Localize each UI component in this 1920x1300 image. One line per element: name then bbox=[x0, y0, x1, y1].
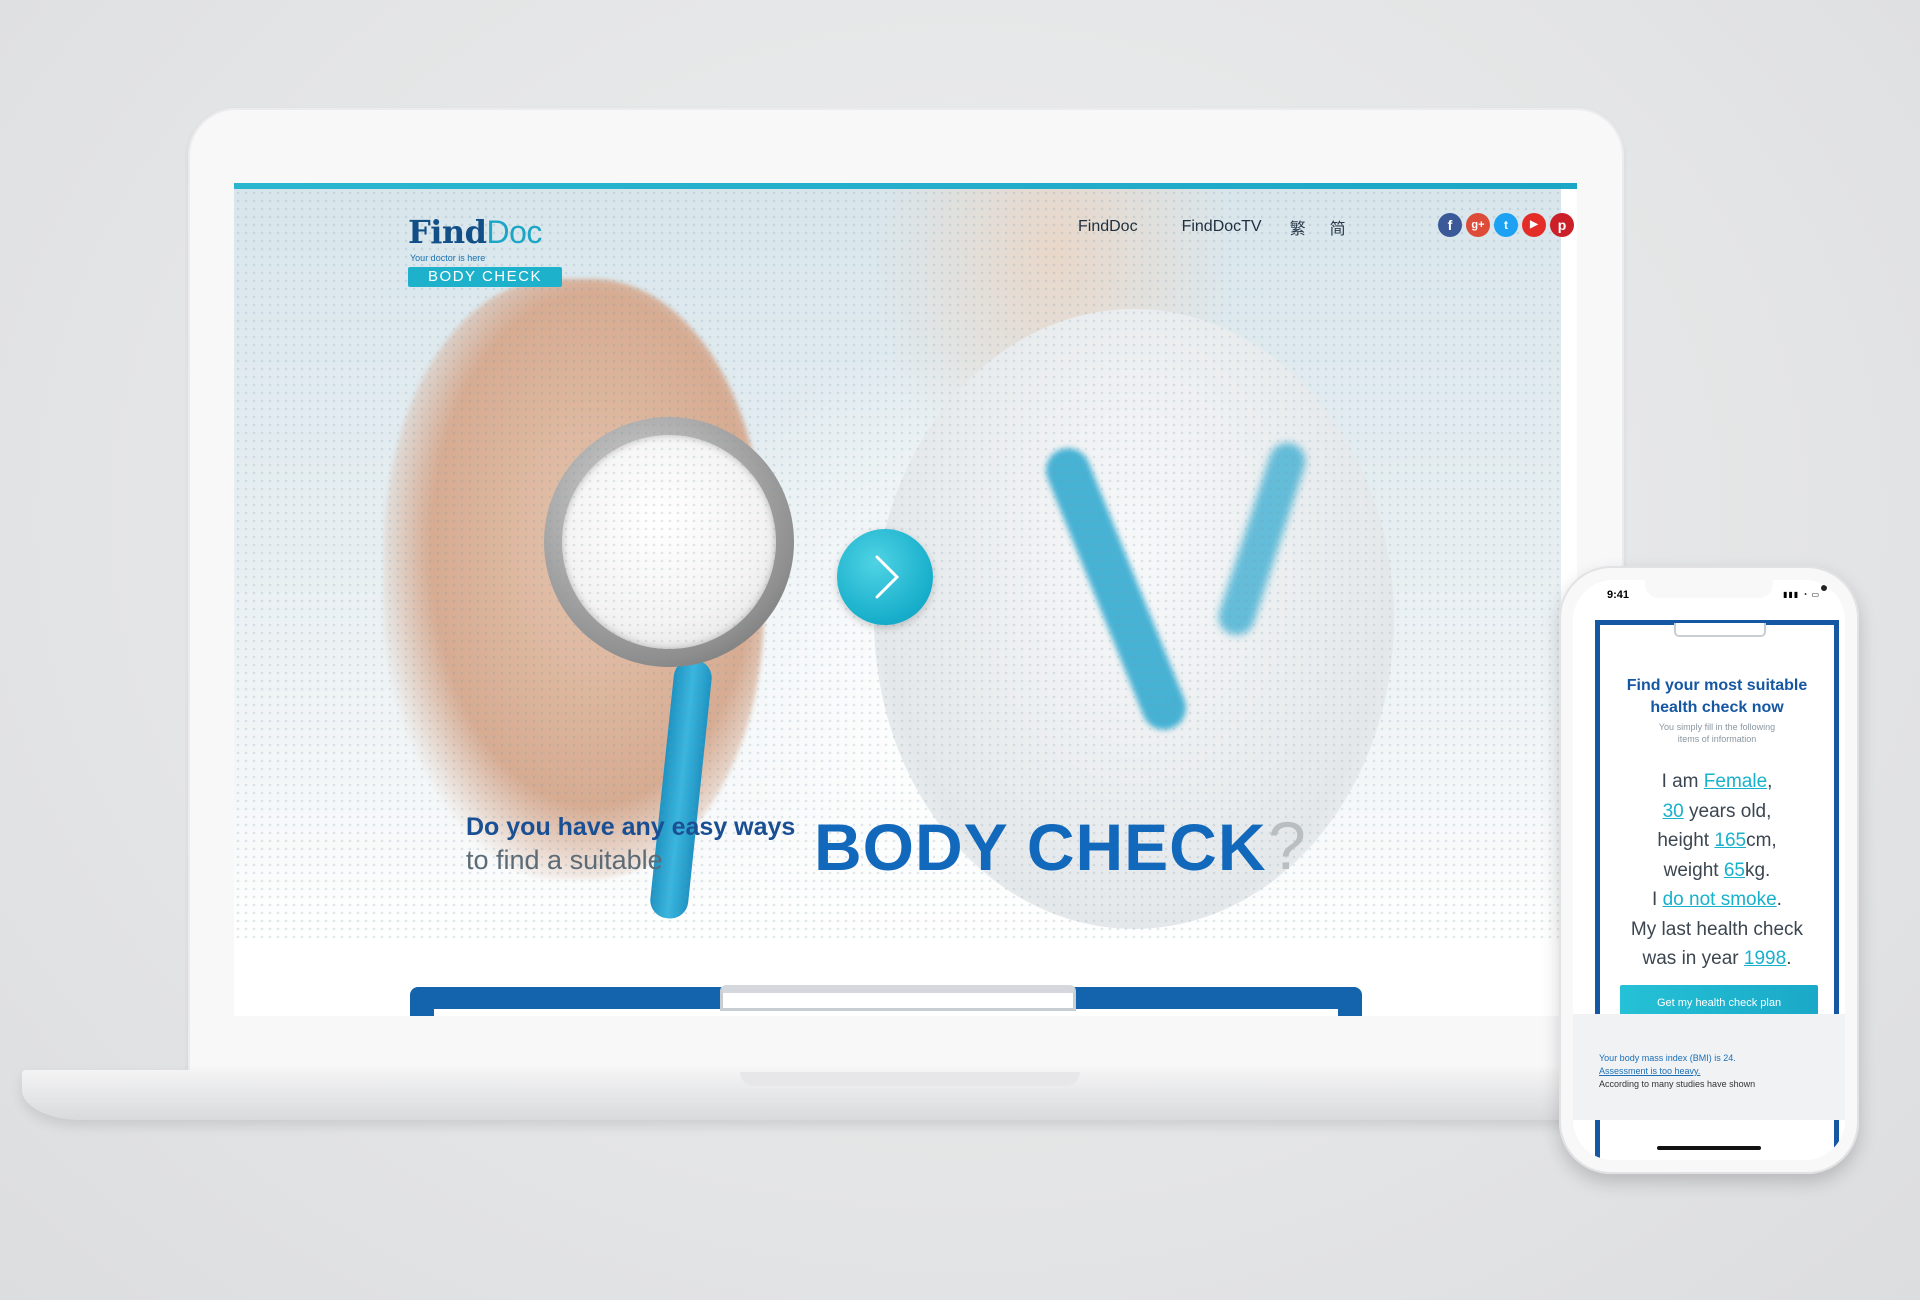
camera-dot bbox=[1821, 585, 1827, 591]
bmi-line1: Your body mass index (BMI) is 24. bbox=[1599, 1053, 1736, 1063]
height-select[interactable]: 165 bbox=[1714, 830, 1746, 851]
google-plus-icon[interactable]: g+ bbox=[1466, 213, 1490, 237]
hero-question-line1: Do you have any easy ways bbox=[466, 813, 796, 841]
hero-headline: BODY CHECK bbox=[814, 810, 1267, 884]
bmi-line2: Assessment is too heavy. bbox=[1599, 1066, 1701, 1076]
body-check-badge: BODY CHECK bbox=[408, 267, 562, 287]
text-cm: cm, bbox=[1746, 830, 1777, 851]
phone-device: 9:41 ▮▮▮ ◔ ▭ Find your most suitable hea… bbox=[1559, 566, 1859, 1174]
social-links: f g+ t ▶ p bbox=[1438, 213, 1574, 237]
phone-screen: 9:41 ▮▮▮ ◔ ▭ Find your most suitable hea… bbox=[1573, 580, 1845, 1160]
smoking-select[interactable]: do not smoke bbox=[1663, 889, 1777, 910]
text-period-2: . bbox=[1786, 948, 1792, 969]
hero-banner: FindDoc Your doctor is here BODY CHECK F… bbox=[234, 189, 1574, 944]
bmi-line3: According to many studies have shown bbox=[1599, 1079, 1756, 1089]
year-select[interactable]: 1998 bbox=[1744, 948, 1786, 969]
form-line-gender: I am Female, bbox=[1661, 771, 1773, 792]
text-period: . bbox=[1776, 889, 1782, 910]
form-line-last-check: My last health check bbox=[1630, 918, 1804, 940]
home-indicator bbox=[1657, 1146, 1761, 1150]
pinterest-icon[interactable]: p bbox=[1550, 213, 1574, 237]
phone-title: Find your most suitable health check now bbox=[1600, 675, 1834, 719]
laptop-notch bbox=[740, 1072, 1080, 1086]
phone-subtitle-line1: You simply fill in the following bbox=[1658, 722, 1776, 732]
phone-panel-tab bbox=[1674, 623, 1766, 637]
phone-subtitle: You simply fill in the following items o… bbox=[1640, 721, 1794, 745]
gender-select[interactable]: Female bbox=[1704, 771, 1767, 792]
form-line-smoking: I do not smoke. bbox=[1600, 885, 1834, 915]
text-years-old: years old, bbox=[1689, 800, 1772, 822]
text-was-in-year: was in year bbox=[1642, 948, 1739, 969]
finddoc-logo[interactable]: FindDoc Your doctor is here BODY CHECK bbox=[408, 213, 568, 293]
phone-title-line2: health check now bbox=[1650, 699, 1784, 716]
text-i: I bbox=[1652, 889, 1658, 910]
form-line-age: 30 years old, bbox=[1600, 797, 1834, 827]
phone-subtitle-line2: items of information bbox=[1677, 734, 1757, 744]
lang-traditional-chinese[interactable]: 繁 bbox=[1290, 215, 1306, 239]
bmi-result-text: Your body mass index (BMI) is 24. Assess… bbox=[1599, 1052, 1795, 1091]
laptop-screen: FindDoc Your doctor is here BODY CHECK F… bbox=[234, 183, 1577, 1016]
status-icons: ▮▮▮ ◔ ▭ bbox=[1783, 590, 1821, 599]
phone-title-line1: Find your most suitable bbox=[1626, 677, 1808, 694]
nav-finddoc[interactable]: FindDoc bbox=[1078, 218, 1138, 236]
hero-question-mark: ? bbox=[1268, 808, 1306, 884]
nav-finddoctv[interactable]: FindDocTV bbox=[1182, 218, 1262, 236]
text-height: height bbox=[1657, 830, 1710, 851]
form-line-year: was in year 1998. bbox=[1600, 944, 1834, 974]
status-time: 9:41 bbox=[1607, 589, 1630, 601]
facebook-icon[interactable]: f bbox=[1438, 213, 1462, 237]
form-line-height: height 165cm, bbox=[1600, 826, 1834, 856]
lang-simplified-chinese[interactable]: 简 bbox=[1330, 215, 1346, 239]
chevron-right-icon bbox=[875, 555, 900, 599]
logo-tagline: Your doctor is here bbox=[410, 253, 486, 263]
hero-question-line2: to find a suitable bbox=[466, 845, 663, 875]
health-form-sentence: I am Female, 30 years old, height 165cm,… bbox=[1600, 767, 1834, 974]
youtube-icon[interactable]: ▶ bbox=[1522, 213, 1546, 237]
phone-notch bbox=[1645, 580, 1827, 598]
text-weight: weight bbox=[1663, 859, 1719, 881]
text-kg: kg. bbox=[1744, 859, 1771, 881]
form-line-weight: weight 65kg. bbox=[1600, 856, 1834, 886]
next-arrow-button[interactable] bbox=[837, 529, 933, 625]
health-check-panel bbox=[410, 985, 1362, 1016]
text-i-am: I am bbox=[1661, 771, 1699, 792]
main-nav: FindDoc FindDocTV 繁 简 bbox=[1078, 215, 1370, 239]
weight-select[interactable]: 65 bbox=[1724, 860, 1745, 881]
age-select[interactable]: 30 bbox=[1663, 801, 1684, 822]
logo-wordmark: FindDoc bbox=[408, 213, 542, 251]
panel-tab-handle bbox=[720, 985, 1076, 1011]
twitter-icon[interactable]: t bbox=[1494, 213, 1518, 237]
